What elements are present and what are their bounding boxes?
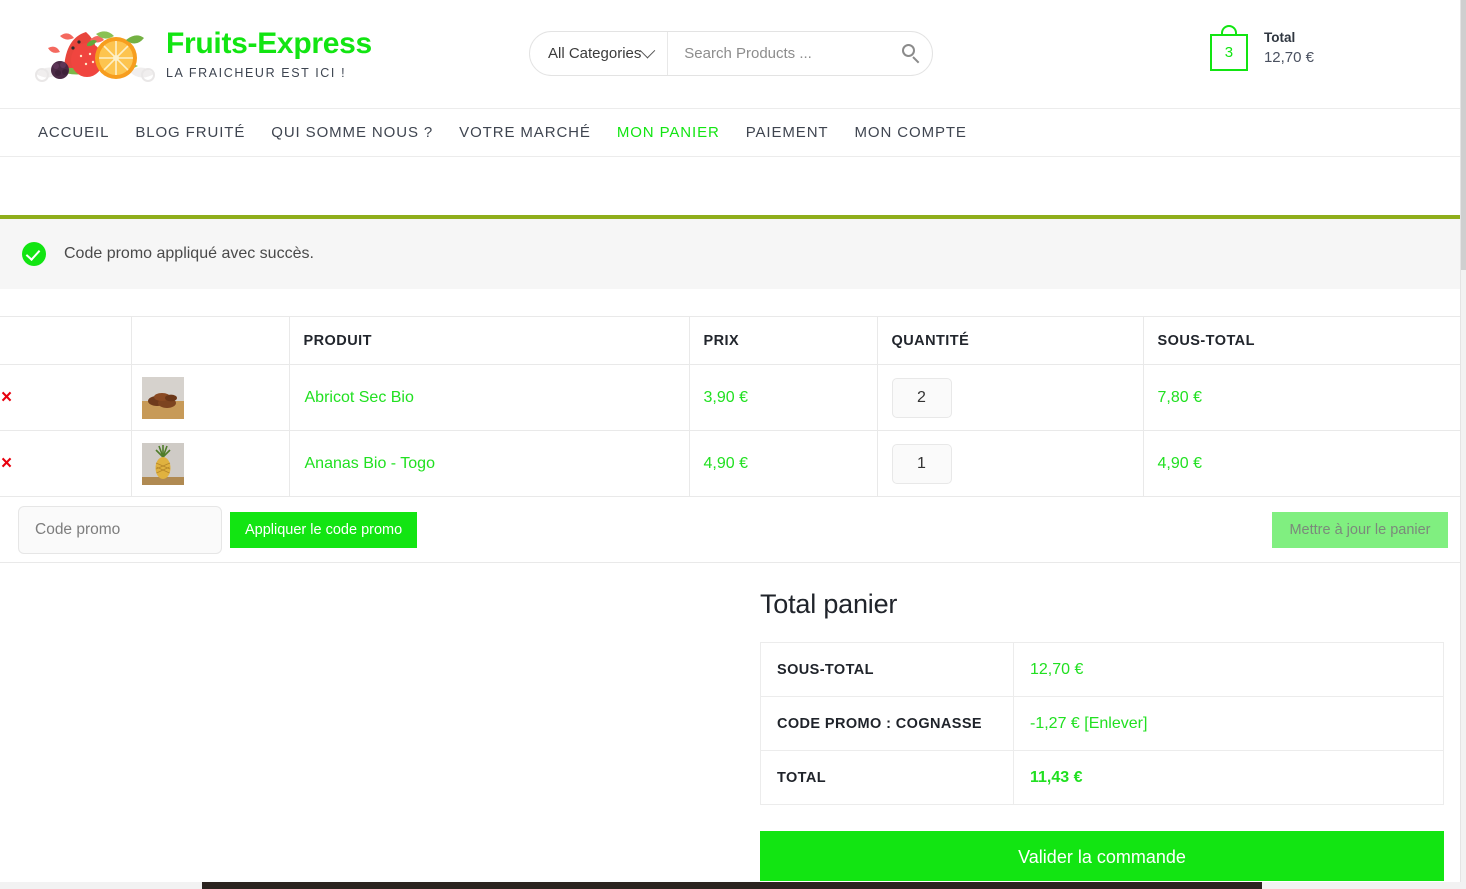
- vertical-scrollbar-thumb[interactable]: [1461, 0, 1466, 270]
- cart-table: PRODUIT PRIX QUANTITÉ SOUS-TOTAL × Abric…: [0, 316, 1466, 563]
- thumbnail-cell: [131, 430, 290, 497]
- search-input[interactable]: [668, 45, 892, 62]
- product-link[interactable]: Ananas Bio - Togo: [291, 455, 435, 472]
- product-thumbnail-ananas-icon[interactable]: [141, 442, 184, 485]
- col-header-quantity: QUANTITÉ: [877, 316, 1144, 365]
- brand-logo[interactable]: Fruits-Express LA FRAICHEUR EST ICI !: [30, 0, 372, 108]
- totals-row-coupon: CODE PROMO : COGNASSE -1,27 € [Enlever]: [760, 696, 1444, 751]
- search-bar: All Categories: [529, 31, 933, 76]
- totals-value-total: 11,43 €: [1013, 750, 1444, 805]
- remove-x-icon[interactable]: ×: [1, 454, 12, 473]
- nav-item-blog-fruite[interactable]: BLOG FRUITÉ: [135, 124, 245, 141]
- cart-header-row: PRODUIT PRIX QUANTITÉ SOUS-TOTAL: [0, 316, 1466, 365]
- totals-value-coupon: -1,27 € [Enlever]: [1013, 696, 1444, 751]
- horizontal-scrollbar-thumb[interactable]: [202, 882, 1262, 889]
- price-cell: 3,90 €: [689, 364, 878, 431]
- search-button[interactable]: [891, 32, 932, 75]
- cart-total-label: Total: [1263, 30, 1296, 46]
- remove-cell: ×: [0, 430, 132, 497]
- col-header-price: PRIX: [689, 316, 878, 365]
- coupon-discount-amount: -1,27 €: [1030, 714, 1080, 732]
- totals-table: SOUS-TOTAL 12,70 € CODE PROMO : COGNASSE…: [760, 642, 1444, 805]
- product-link[interactable]: Abricot Sec Bio: [291, 389, 414, 406]
- notice-message: Code promo appliqué avec succès.: [64, 245, 314, 262]
- coupon-row: Appliquer le code promo Mettre à jour le…: [0, 496, 1466, 563]
- nav-item-qui-somme-nous[interactable]: QUI SOMME NOUS ?: [271, 124, 433, 141]
- checkout-button[interactable]: Valider la commande: [760, 831, 1444, 881]
- nav-item-mon-panier[interactable]: MON PANIER: [617, 124, 720, 141]
- product-cell: Ananas Bio - Togo: [289, 430, 690, 497]
- apply-coupon-button[interactable]: Appliquer le code promo: [230, 511, 418, 548]
- totals-row-subtotal: SOUS-TOTAL 12,70 €: [760, 642, 1444, 697]
- cart-table-body: × Abricot Sec Bio 3,90 € 2 7,80 € × Anan…: [0, 364, 1466, 563]
- header-spacer: [0, 157, 1466, 215]
- col-header-remove: [0, 316, 132, 365]
- quantity-cell: [877, 364, 1144, 431]
- shopping-bag-icon: 3: [1209, 25, 1250, 71]
- totals-value-subtotal: 12,70 €: [1013, 642, 1444, 697]
- success-check-icon: [22, 242, 46, 266]
- totals-label-subtotal: SOUS-TOTAL: [760, 642, 1014, 697]
- cart-item-count: 3: [1224, 44, 1234, 61]
- remove-coupon-link[interactable]: [Enlever]: [1084, 715, 1147, 732]
- totals-row-total: TOTAL 11,43 €: [760, 750, 1444, 805]
- thumbnail-cell: [131, 364, 290, 431]
- nav-item-votre-marche[interactable]: VOTRE MARCHÉ: [459, 124, 591, 141]
- page-title: Total panier: [760, 589, 898, 619]
- cart-page: Fruits-Express LA FRAICHEUR EST ICI ! Al…: [0, 0, 1466, 889]
- table-row: × Ananas Bio - Togo 4,90 € 1 4,90 €: [0, 430, 1466, 497]
- quantity-stepper[interactable]: [891, 377, 952, 418]
- update-cart-button: Mettre à jour le panier: [1272, 511, 1448, 548]
- col-header-product: PRODUIT: [289, 316, 690, 365]
- notice-spacer: [0, 289, 1466, 316]
- quantity-stepper[interactable]: [891, 443, 952, 484]
- vertical-scrollbar[interactable]: [1460, 0, 1466, 883]
- cart-total-amount: 12,70 €: [1263, 48, 1314, 66]
- nav-item-accueil[interactable]: ACCUEIL: [38, 124, 109, 141]
- brand-tagline: LA FRAICHEUR EST ICI !: [166, 65, 347, 80]
- category-select[interactable]: All Categories: [530, 32, 669, 75]
- nav-item-paiement[interactable]: PAIEMENT: [746, 124, 829, 141]
- subtotal-cell: 7,80 €: [1143, 364, 1466, 431]
- brand-name: Fruits-Express: [166, 26, 372, 60]
- remove-cell: ×: [0, 364, 132, 431]
- col-header-subtotal: SOUS-TOTAL: [1143, 316, 1466, 365]
- totals-label-total: TOTAL: [760, 750, 1014, 805]
- brand-text-block: Fruits-Express LA FRAICHEUR EST ICI !: [166, 26, 372, 80]
- nav-item-mon-compte[interactable]: MON COMPTE: [855, 124, 967, 141]
- main-navigation: ACCUEIL BLOG FRUITÉ QUI SOMME NOUS ? VOT…: [0, 109, 1466, 157]
- price-cell: 4,90 €: [689, 430, 878, 497]
- quantity-cell: [877, 430, 1144, 497]
- fruit-basket-logo-icon: [30, 18, 160, 90]
- product-thumbnail-abricot-icon[interactable]: [141, 376, 184, 419]
- coupon-code-input[interactable]: [18, 505, 222, 554]
- subtotal-cell: 4,90 €: [1143, 430, 1466, 497]
- search-icon: [902, 44, 921, 64]
- totals-label-coupon: CODE PROMO : COGNASSE: [760, 696, 1014, 751]
- remove-x-icon[interactable]: ×: [1, 388, 12, 407]
- chevron-down-icon: [640, 42, 656, 59]
- cart-summary-text: Total 12,70 €: [1264, 28, 1314, 68]
- col-header-thumbnail: [131, 316, 290, 365]
- cart-summary[interactable]: 3 Total 12,70 €: [1209, 25, 1314, 71]
- cart-table-head: PRODUIT PRIX QUANTITÉ SOUS-TOTAL: [0, 316, 1466, 365]
- product-cell: Abricot Sec Bio: [289, 364, 690, 431]
- category-select-label: All Categories: [548, 45, 642, 62]
- coupon-cell: Appliquer le code promo Mettre à jour le…: [0, 496, 1466, 563]
- cart-totals-section: Total panier SOUS-TOTAL 12,70 € CODE PRO…: [0, 563, 1466, 881]
- table-row: × Abricot Sec Bio 3,90 € 2 7,80 €: [0, 364, 1466, 431]
- coupon-success-notice: Code promo appliqué avec succès.: [0, 215, 1466, 289]
- horizontal-scrollbar[interactable]: [0, 882, 1466, 889]
- site-header: Fruits-Express LA FRAICHEUR EST ICI ! Al…: [0, 0, 1466, 109]
